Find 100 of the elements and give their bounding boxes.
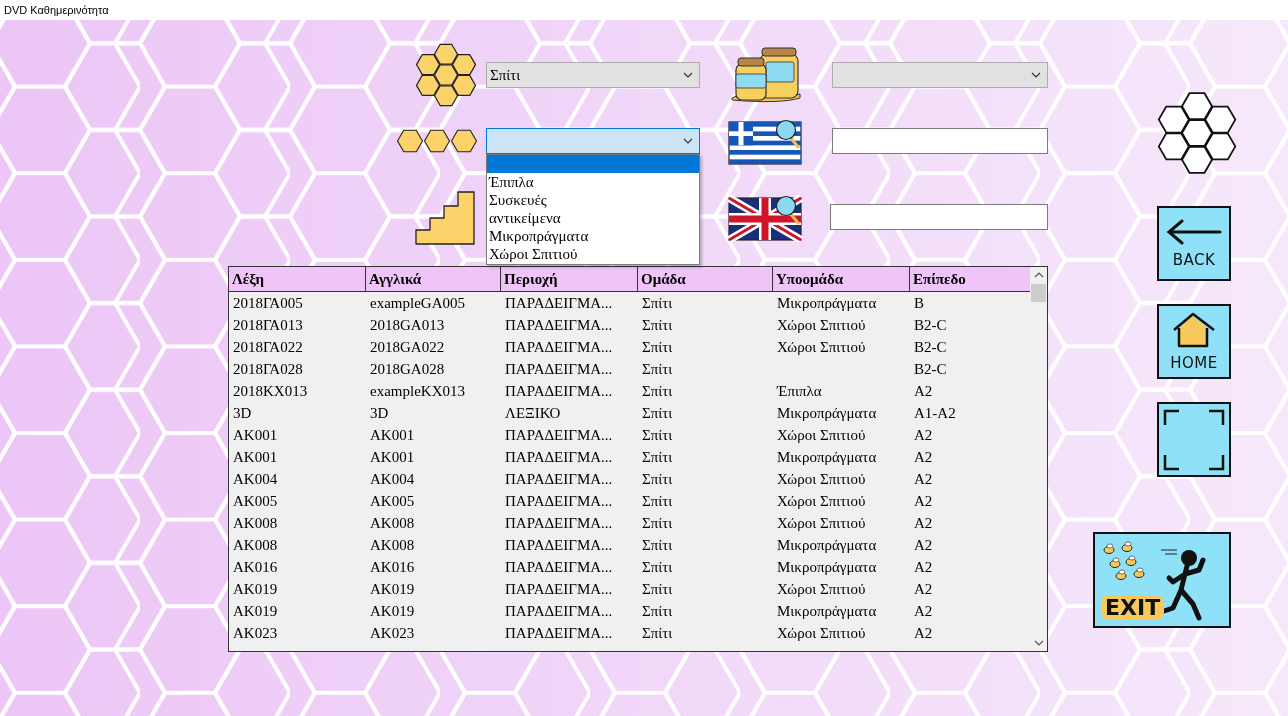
table-cell: Σπίτι — [642, 404, 673, 421]
table-cell: ΑΚ008 — [233, 536, 278, 553]
window-title: DVD Καθημερινότητα — [4, 4, 109, 16]
column-header[interactable]: Περιοχή — [501, 267, 638, 291]
table-cell: Μικροπράγματα — [777, 448, 877, 465]
table-cell: ΛΕΞΙΚΟ — [505, 404, 561, 421]
table-cell: AK019 — [370, 602, 415, 619]
column-header[interactable]: Αγγλικά — [366, 267, 501, 291]
table-cell: Σπίτι — [642, 382, 673, 399]
table-cell: Χώροι Σπιτιού — [777, 470, 866, 487]
back-button[interactable]: BACK — [1157, 206, 1231, 281]
table-cell: Σπίτι — [642, 624, 673, 641]
three-hexagons-icon — [396, 129, 478, 153]
chevron-icon — [1031, 72, 1041, 78]
table-cell: ΑΚ005 — [233, 492, 278, 509]
table-cell: B2-C — [914, 338, 947, 355]
table-cell: AK016 — [370, 558, 415, 575]
table-cell: B2-C — [914, 316, 947, 333]
table-cell: ΠΑΡΑΔΕΙΓΜΑ... — [505, 360, 613, 377]
stairs-icon — [414, 188, 478, 246]
table-cell: ΑΚ019 — [233, 580, 278, 597]
table-cell: Σπίτι — [642, 426, 673, 443]
subgroup-dropdown[interactable] — [486, 128, 700, 154]
table-cell: ΠΑΡΑΔΕΙΓΜΑ... — [505, 448, 613, 465]
table-cell: A2 — [914, 470, 933, 487]
uk-flag-search-icon — [728, 192, 804, 242]
table-cell: AK008 — [370, 536, 415, 553]
column-header[interactable]: Λέξη — [229, 267, 366, 291]
table-cell: ΠΑΡΑΔΕΙΓΜΑ... — [505, 382, 613, 399]
table-cell: 3D — [233, 404, 252, 421]
table-cell: ΠΑΡΑΔΕΙΓΜΑ... — [505, 536, 613, 553]
table-cell: ΠΑΡΑΔΕΙΓΜΑ... — [505, 294, 613, 311]
table-cell: ΑΚ016 — [233, 558, 278, 575]
table-cell: Χώροι Σπιτιού — [777, 514, 866, 531]
group-dropdown[interactable]: Σπίτι — [486, 62, 700, 88]
table-cell: 2018GA028 — [370, 360, 445, 377]
table-cell: ΠΑΡΑΔΕΙΓΜΑ... — [505, 580, 613, 597]
table-cell: ΠΑΡΑΔΕΙΓΜΑ... — [505, 338, 613, 355]
table-cell: 2018ΓΑ005 — [233, 294, 303, 311]
table-cell: A1-A2 — [914, 404, 956, 421]
dropdown-option[interactable]: Χώροι Σπιτιού — [487, 245, 699, 263]
dropdown-option[interactable]: αντικείμενα — [487, 209, 699, 227]
table-cell: A2 — [914, 580, 933, 597]
table-cell: Σπίτι — [642, 360, 673, 377]
table-cell: Σπίτι — [642, 448, 673, 465]
chevron-icon — [683, 138, 693, 144]
table-cell: Χώροι Σπιτιού — [777, 624, 866, 641]
table-cell: ΠΑΡΑΔΕΙΓΜΑ... — [505, 514, 613, 531]
table-cell: ΑΚ023 — [233, 624, 278, 641]
table-cell: Χώροι Σπιτιού — [777, 316, 866, 333]
home-button[interactable]: HOME — [1157, 304, 1231, 379]
column-header[interactable]: Υποομάδα — [773, 267, 910, 291]
table-cell: exampleKX013 — [370, 382, 465, 399]
honey-jars-icon — [730, 46, 802, 104]
table-cell: Χώροι Σπιτιού — [777, 580, 866, 597]
table-cell: ΠΑΡΑΔΕΙΓΜΑ... — [505, 426, 613, 443]
table-cell: AK001 — [370, 426, 415, 443]
table-cell: Μικροπράγματα — [777, 558, 877, 575]
table-cell: ΑΚ004 — [233, 470, 278, 487]
table-cell: AK023 — [370, 624, 415, 641]
fullscreen-icon — [1163, 408, 1225, 471]
table-cell: AK008 — [370, 514, 415, 531]
fullscreen-button[interactable] — [1157, 402, 1231, 477]
table-cell: 2018ΓΑ028 — [233, 360, 303, 377]
table-cell: Σπίτι — [642, 294, 673, 311]
table-cell: AK019 — [370, 580, 415, 597]
table-cell: Σπίτι — [642, 316, 673, 333]
table-cell: ΠΑΡΑΔΕΙΓΜΑ... — [505, 624, 613, 641]
table-cell: ΠΑΡΑΔΕΙΓΜΑ... — [505, 558, 613, 575]
greek-search-field[interactable] — [832, 128, 1048, 154]
table-cell: A2 — [914, 514, 933, 531]
english-search-field[interactable] — [830, 204, 1048, 230]
dropdown-option[interactable]: Μικροπράγματα — [487, 227, 699, 245]
table-cell: Χώροι Σπιτιού — [777, 492, 866, 509]
dropdown-option[interactable]: Έπιπλα — [487, 173, 699, 191]
table-cell: AK001 — [370, 448, 415, 465]
table-cell: Σπίτι — [642, 492, 673, 509]
scroll-up-icon[interactable] — [1033, 272, 1044, 278]
table-cell: ΠΑΡΑΔΕΙΓΜΑ... — [505, 316, 613, 333]
table-cell: A2 — [914, 492, 933, 509]
table-cell: ΠΑΡΑΔΕΙΓΜΑ... — [505, 492, 613, 509]
table-cell: ΑΚ008 — [233, 514, 278, 531]
exit-button[interactable]: EXIT — [1093, 532, 1231, 628]
table-cell: exampleGA005 — [370, 294, 465, 311]
table-cell: 2018ΓΑ013 — [233, 316, 303, 333]
table-cell: ΠΑΡΑΔΕΙΓΜΑ... — [505, 470, 613, 487]
table-cell: ΑΚ019 — [233, 602, 278, 619]
column-header[interactable]: Ομάδα — [638, 267, 773, 291]
dropdown-option[interactable]: Συσκευές — [487, 191, 699, 209]
table-cell: Σπίτι — [642, 536, 673, 553]
table-cell: Σπίτι — [642, 514, 673, 531]
scrollbar-thumb[interactable] — [1031, 284, 1046, 302]
table-cell: A2 — [914, 382, 933, 399]
table-cell: AK004 — [370, 470, 415, 487]
chevron-icon — [683, 72, 693, 78]
table-cell: Σπίτι — [642, 558, 673, 575]
table-cell: Έπιπλα — [777, 382, 822, 399]
scroll-down-icon[interactable] — [1033, 640, 1044, 646]
house-icon — [1171, 311, 1217, 348]
table-cell: ΑΚ001 — [233, 448, 278, 465]
